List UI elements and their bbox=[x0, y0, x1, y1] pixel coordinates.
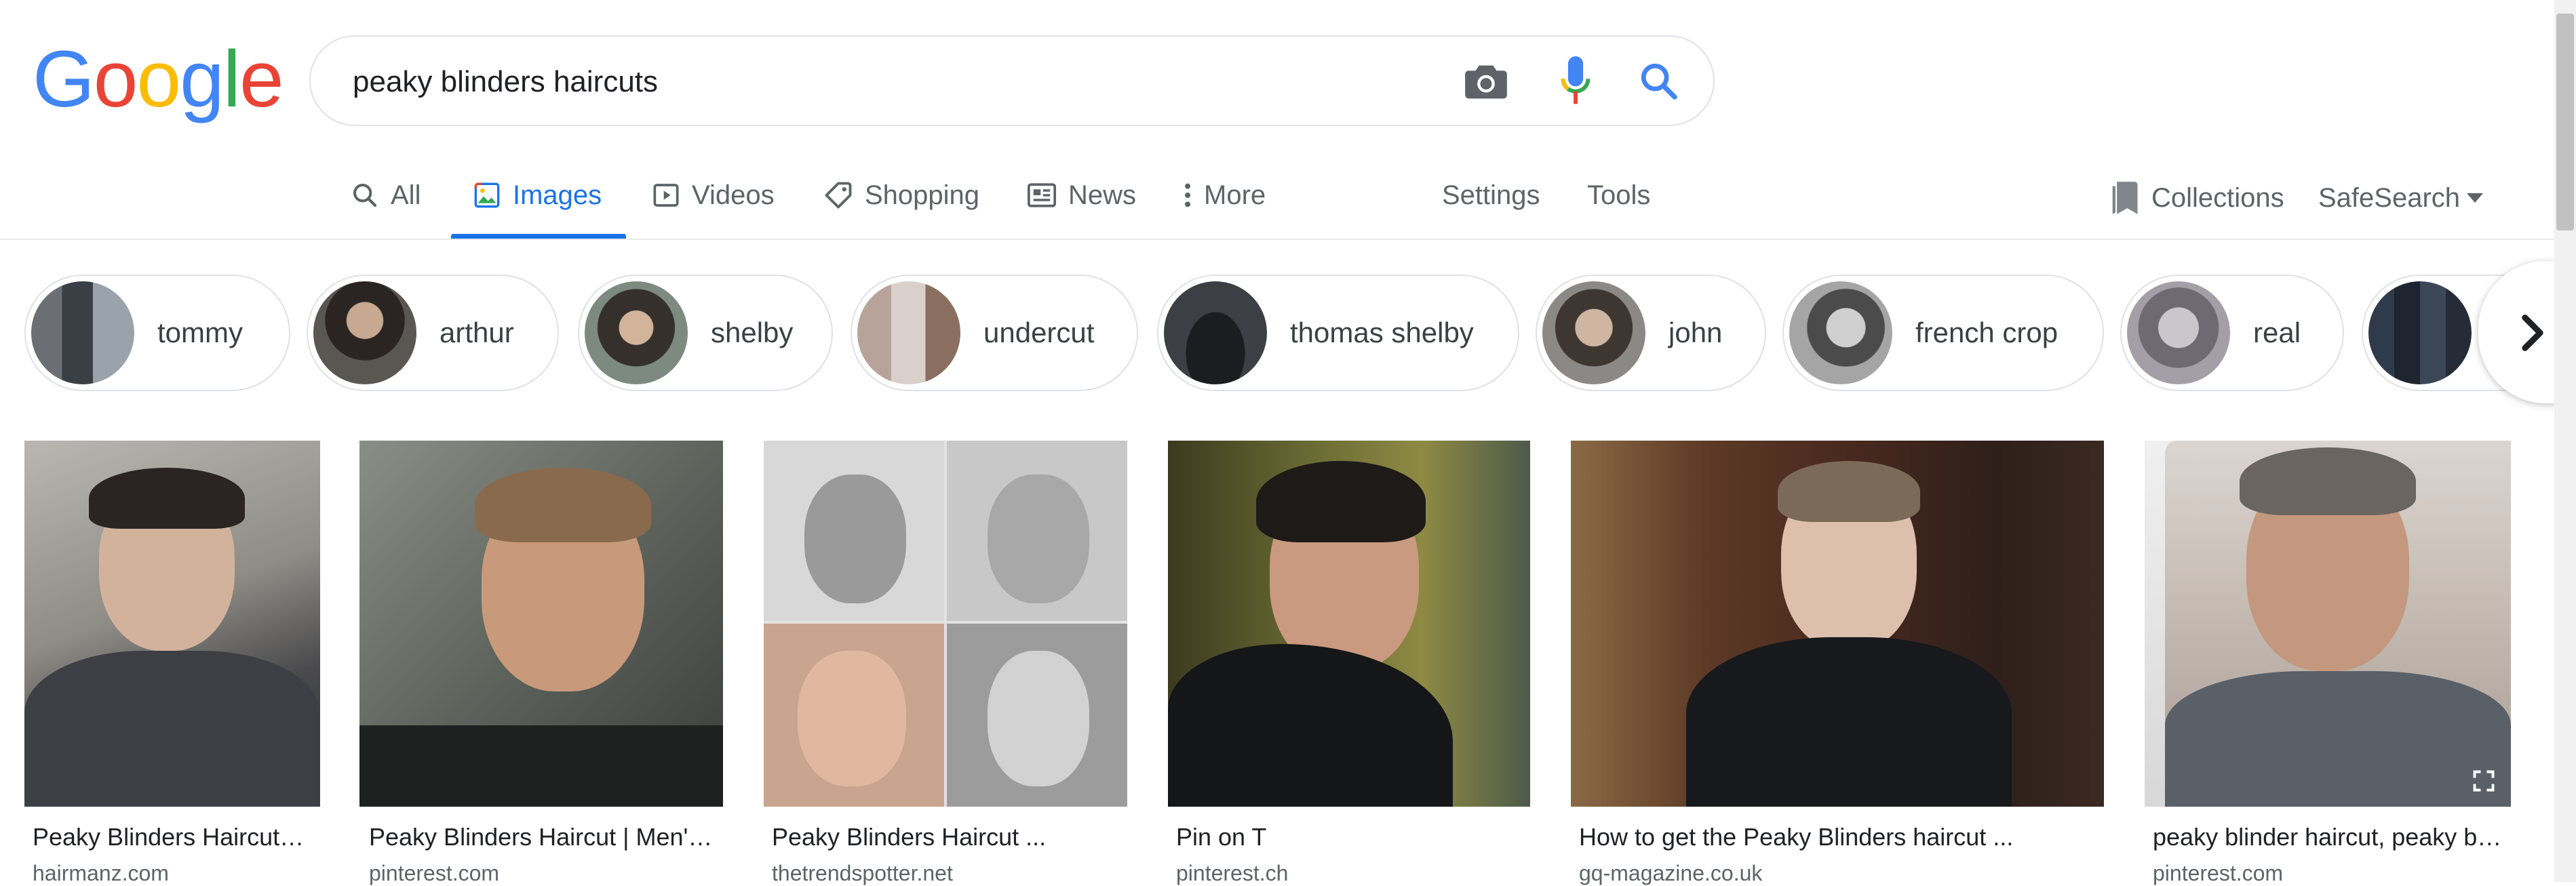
tools-link[interactable]: Tools bbox=[1587, 175, 1650, 216]
chip-thumbnail bbox=[857, 281, 960, 384]
image-result-1[interactable] bbox=[24, 441, 320, 807]
chip-thumbnail bbox=[2368, 281, 2472, 384]
result-source: pinterest.com bbox=[369, 861, 500, 885]
chip-john[interactable]: john bbox=[1536, 275, 1766, 391]
safesearch-dropdown[interactable]: SafeSearch bbox=[2318, 178, 2484, 218]
camera-icon[interactable] bbox=[1462, 58, 1510, 106]
tab-videos[interactable]: Videos bbox=[652, 175, 775, 216]
chip-label: shelby bbox=[711, 317, 794, 348]
bookmark-icon bbox=[2112, 182, 2138, 214]
result-source: pinterest.com bbox=[2153, 861, 2284, 885]
result-title[interactable]: Pin on T bbox=[1176, 823, 1529, 851]
result-source: thetrendspotter.net bbox=[772, 861, 953, 885]
play-icon bbox=[653, 184, 679, 207]
chip-thumbnail bbox=[2127, 281, 2230, 384]
chip-thomas-shelby[interactable]: thomas shelby bbox=[1157, 275, 1519, 391]
chip-thumbnail bbox=[31, 281, 134, 384]
image-result-5[interactable] bbox=[1571, 441, 2104, 807]
chip-label: arthur bbox=[440, 317, 514, 348]
search-icon[interactable] bbox=[1635, 57, 1682, 104]
image-result-3[interactable] bbox=[764, 441, 1127, 807]
tab-label: News bbox=[1068, 180, 1137, 210]
header-divider bbox=[0, 239, 2576, 240]
result-source: gq-magazine.co.uk bbox=[1579, 861, 1763, 885]
logo-letter-e: e bbox=[239, 35, 284, 124]
result-source: pinterest.ch bbox=[1176, 861, 1289, 885]
tab-label: Videos bbox=[692, 180, 775, 210]
chip-arthur[interactable]: arthur bbox=[307, 275, 559, 391]
search-icon bbox=[353, 184, 377, 207]
chevron-right-icon bbox=[2522, 315, 2543, 351]
settings-label: Settings bbox=[1442, 180, 1540, 210]
logo-letter-o2: o bbox=[136, 35, 181, 124]
result-source: hairmanz.com bbox=[33, 861, 169, 885]
microphone-icon[interactable] bbox=[1552, 54, 1599, 108]
newspaper-icon bbox=[1028, 183, 1056, 207]
chip-label: thomas shelby bbox=[1290, 317, 1474, 348]
chip-tommy[interactable]: tommy bbox=[24, 275, 290, 391]
chip-label: john bbox=[1668, 317, 1723, 348]
result-title[interactable]: Peaky Blinders Haircut… bbox=[33, 823, 317, 851]
tab-label: More bbox=[1204, 180, 1266, 210]
result-title[interactable]: How to get the Peaky Blinders haircut ..… bbox=[1579, 823, 2101, 851]
scrollbar-thumb[interactable] bbox=[2556, 14, 2574, 230]
tab-shopping[interactable]: Shopping bbox=[824, 175, 979, 216]
tab-label: Shopping bbox=[865, 180, 980, 210]
chip-french-crop[interactable]: french crop bbox=[1782, 275, 2104, 391]
logo-letter-l: l bbox=[222, 35, 241, 124]
search-input[interactable] bbox=[351, 56, 1371, 108]
chip-label: real bbox=[2253, 317, 2301, 348]
chip-thumbnail bbox=[585, 281, 688, 384]
image-result-6[interactable] bbox=[2145, 441, 2511, 807]
chip-label: tommy bbox=[157, 317, 243, 348]
tools-label: Tools bbox=[1587, 180, 1651, 210]
tab-images[interactable]: Images bbox=[473, 175, 602, 216]
chip-shelby[interactable]: shelby bbox=[578, 275, 833, 391]
settings-link[interactable]: Settings bbox=[1442, 175, 1540, 216]
collections-link[interactable]: Collections bbox=[2109, 178, 2284, 218]
tag-icon bbox=[825, 182, 852, 209]
result-title[interactable]: Peaky Blinders Haircut | Men'… bbox=[369, 823, 722, 851]
tab-news[interactable]: News bbox=[1028, 175, 1136, 216]
google-logo[interactable]: Google bbox=[33, 35, 284, 124]
logo-letter-o1: o bbox=[93, 35, 138, 124]
chip-label: french crop bbox=[1915, 317, 2058, 348]
result-title[interactable]: Peaky Blinders Haircut ... bbox=[772, 823, 1125, 851]
tab-more[interactable]: More bbox=[1184, 175, 1266, 216]
image-result-4[interactable] bbox=[1168, 441, 1530, 807]
tab-label: Images bbox=[513, 180, 602, 210]
chip-thumbnail bbox=[1164, 281, 1267, 384]
chip-label: undercut bbox=[983, 317, 1095, 348]
collections-label: Collections bbox=[2151, 182, 2284, 213]
safesearch-label: SafeSearch bbox=[2318, 182, 2461, 213]
chip-real[interactable]: real bbox=[2120, 275, 2344, 391]
more-vert-icon bbox=[1185, 183, 1190, 207]
chip-thumbnail bbox=[313, 281, 416, 384]
chip-thumbnail bbox=[1789, 281, 1892, 384]
result-title[interactable]: peaky blinder haircut, peaky b… bbox=[2153, 823, 2505, 851]
search-box bbox=[309, 35, 1715, 126]
dropdown-arrow-icon bbox=[2467, 193, 2484, 203]
logo-letter-g2: g bbox=[180, 35, 225, 124]
chip-thumbnail bbox=[1542, 281, 1645, 384]
tab-all[interactable]: All bbox=[351, 175, 421, 216]
image-result-2[interactable] bbox=[359, 441, 723, 807]
chip-undercut[interactable]: undercut bbox=[851, 275, 1138, 391]
expand-icon[interactable] bbox=[2472, 769, 2496, 793]
logo-letter-g: G bbox=[33, 35, 95, 124]
tab-label: All bbox=[391, 180, 421, 210]
active-tab-indicator bbox=[451, 234, 626, 239]
image-icon bbox=[474, 182, 500, 208]
